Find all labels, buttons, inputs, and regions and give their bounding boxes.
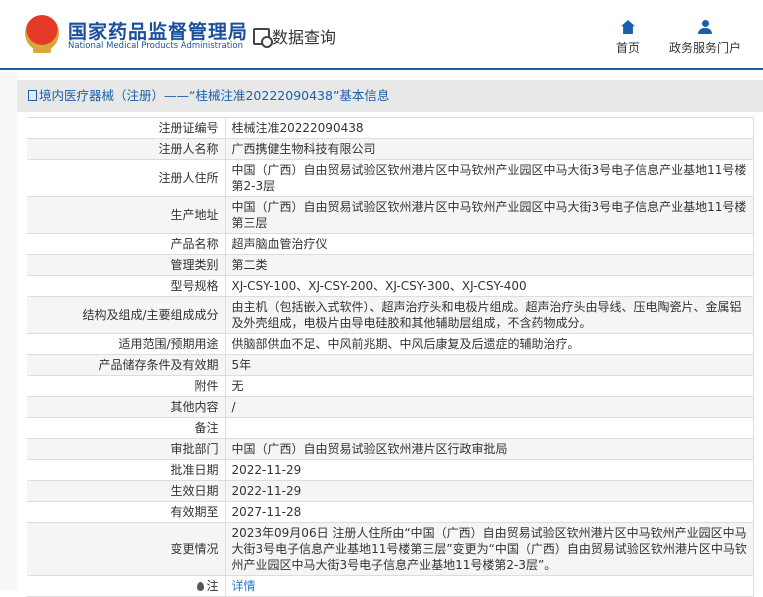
- national-emblem-logo: [25, 15, 59, 53]
- table-row: 其他内容 /: [27, 396, 754, 418]
- field-label: 注册证编号: [27, 117, 226, 139]
- pin-icon: [197, 582, 205, 591]
- field-label: 备注: [27, 417, 226, 439]
- data-query-title: 数据查询: [253, 24, 336, 48]
- field-value: /: [225, 396, 754, 418]
- field-value: 2022-11-29: [225, 459, 754, 481]
- document-search-icon: [253, 27, 273, 48]
- table-row: 型号规格 XJ-CSY-100、XJ-CSY-200、XJ-CSY-300、XJ-…: [27, 275, 754, 297]
- field-label: 适用范围/预期用途: [27, 333, 226, 355]
- note-label: 注: [27, 575, 226, 597]
- note-value: 详情: [225, 575, 754, 597]
- table-row: 产品储存条件及有效期 5年: [27, 354, 754, 376]
- table-row: 审批部门 中国（广西）自由贸易试验区钦州港片区行政审批局: [27, 438, 754, 460]
- field-value: 桂械注准20222090438: [225, 117, 754, 139]
- table-row: 生效日期 2022-11-29: [27, 480, 754, 502]
- table-row: 备注: [27, 417, 754, 439]
- field-value: 2022-11-29: [225, 480, 754, 502]
- table-row: 生产地址 中国（广西）自由贸易试验区钦州港片区中马钦州产业园区中马大街3号电子信息…: [27, 196, 754, 234]
- data-query-label: 数据查询: [272, 28, 337, 47]
- field-label: 产品储存条件及有效期: [27, 354, 226, 376]
- table-row: 适用范围/预期用途 供脑部供血不足、中风前兆期、中风后康复及后遗症的辅助治疗。: [27, 333, 754, 355]
- field-label: 审批部门: [27, 438, 226, 460]
- field-value: 5年: [225, 354, 754, 376]
- table-row: 注册证编号 桂械注准20222090438: [27, 117, 754, 139]
- field-label: 管理类别: [27, 254, 226, 276]
- brand-subtitle: National Medical Products Administration: [68, 41, 243, 51]
- nav-home-label: 首页: [616, 41, 641, 55]
- field-label: 变更情况: [27, 522, 226, 576]
- field-label: 附件: [27, 375, 226, 397]
- field-value: 中国（广西）自由贸易试验区钦州港片区中马钦州产业园区中马大街3号电子信息产业基地…: [225, 159, 754, 197]
- left-gutter: [0, 72, 17, 591]
- field-value: 供脑部供血不足、中风前兆期、中风后康复及后遗症的辅助治疗。: [225, 333, 754, 355]
- note-row: 注详情: [27, 575, 754, 597]
- field-value: 广西携健生物科技有限公司: [225, 138, 754, 160]
- home-icon: [621, 20, 635, 34]
- table-row: 批准日期 2022-11-29: [27, 459, 754, 481]
- field-value: 第二类: [225, 254, 754, 276]
- field-label: 有效期至: [27, 501, 226, 523]
- field-label: 注册人住所: [27, 159, 226, 197]
- table-row: 产品名称 超声脑血管治疗仪: [27, 233, 754, 255]
- field-label: 批准日期: [27, 459, 226, 481]
- field-label: 生产地址: [27, 196, 226, 234]
- nav-service-portal[interactable]: 政务服务门户: [669, 20, 741, 56]
- field-label: 注册人名称: [27, 138, 226, 160]
- table-row: 有效期至 2027-11-28: [27, 501, 754, 523]
- document-icon: [28, 90, 37, 101]
- table-row: 结构及组成/主要组成成分 由主机（包括嵌入式软件）、超声治疗头和电极片组成。超声治…: [27, 296, 754, 334]
- field-value: 中国（广西）自由贸易试验区钦州港片区中马钦州产业园区中马大街3号电子信息产业基地…: [225, 196, 754, 234]
- detail-table: 注册证编号 桂械注准20222090438 注册人名称 广西携健生物科技有限公司 注册人…: [27, 117, 754, 597]
- table-row: 注册人名称 广西携健生物科技有限公司: [27, 138, 754, 160]
- page-title-text: 境内医疗器械（注册）——“桂械注准20222090438”基本信息: [39, 88, 390, 103]
- field-label: 产品名称: [27, 233, 226, 255]
- field-label: 结构及组成/主要组成成分: [27, 296, 226, 334]
- field-value: 2023年09月06日 注册人住所由“中国（广西）自由贸易试验区钦州港片区中马钦…: [225, 522, 754, 576]
- field-value: 无: [225, 375, 754, 397]
- field-label: 生效日期: [27, 480, 226, 502]
- table-row: 注册人住所 中国（广西）自由贸易试验区钦州港片区中马钦州产业园区中马大街3号电子信…: [27, 159, 754, 197]
- page-title: 境内医疗器械（注册）——“桂械注准20222090438”基本信息: [17, 80, 763, 112]
- field-value: 由主机（包括嵌入式软件）、超声治疗头和电极片组成。超声治疗头由导线、压电陶瓷片、…: [225, 296, 754, 334]
- field-value: XJ-CSY-100、XJ-CSY-200、XJ-CSY-300、XJ-CSY-…: [225, 275, 754, 297]
- field-value: 中国（广西）自由贸易试验区钦州港片区行政审批局: [225, 438, 754, 460]
- nav-portal-label: 政务服务门户: [669, 41, 742, 55]
- table-row: 管理类别 第二类: [27, 254, 754, 276]
- field-value: 超声脑血管治疗仪: [225, 233, 754, 255]
- table-row: 变更情况 2023年09月06日 注册人住所由“中国（广西）自由贸易试验区钦州港片…: [27, 522, 754, 576]
- field-label: 型号规格: [27, 275, 226, 297]
- table-row: 附件无: [27, 375, 754, 397]
- field-label: 其他内容: [27, 396, 226, 418]
- brand-title[interactable]: 国家药品监督管理局: [68, 17, 248, 44]
- nav-home[interactable]: 首页: [616, 20, 640, 56]
- user-icon: [698, 20, 712, 34]
- field-value: 2027-11-28: [225, 501, 754, 523]
- field-value: [225, 417, 754, 439]
- site-header: 国家药品监督管理局 National Medical Products Admi…: [0, 0, 763, 70]
